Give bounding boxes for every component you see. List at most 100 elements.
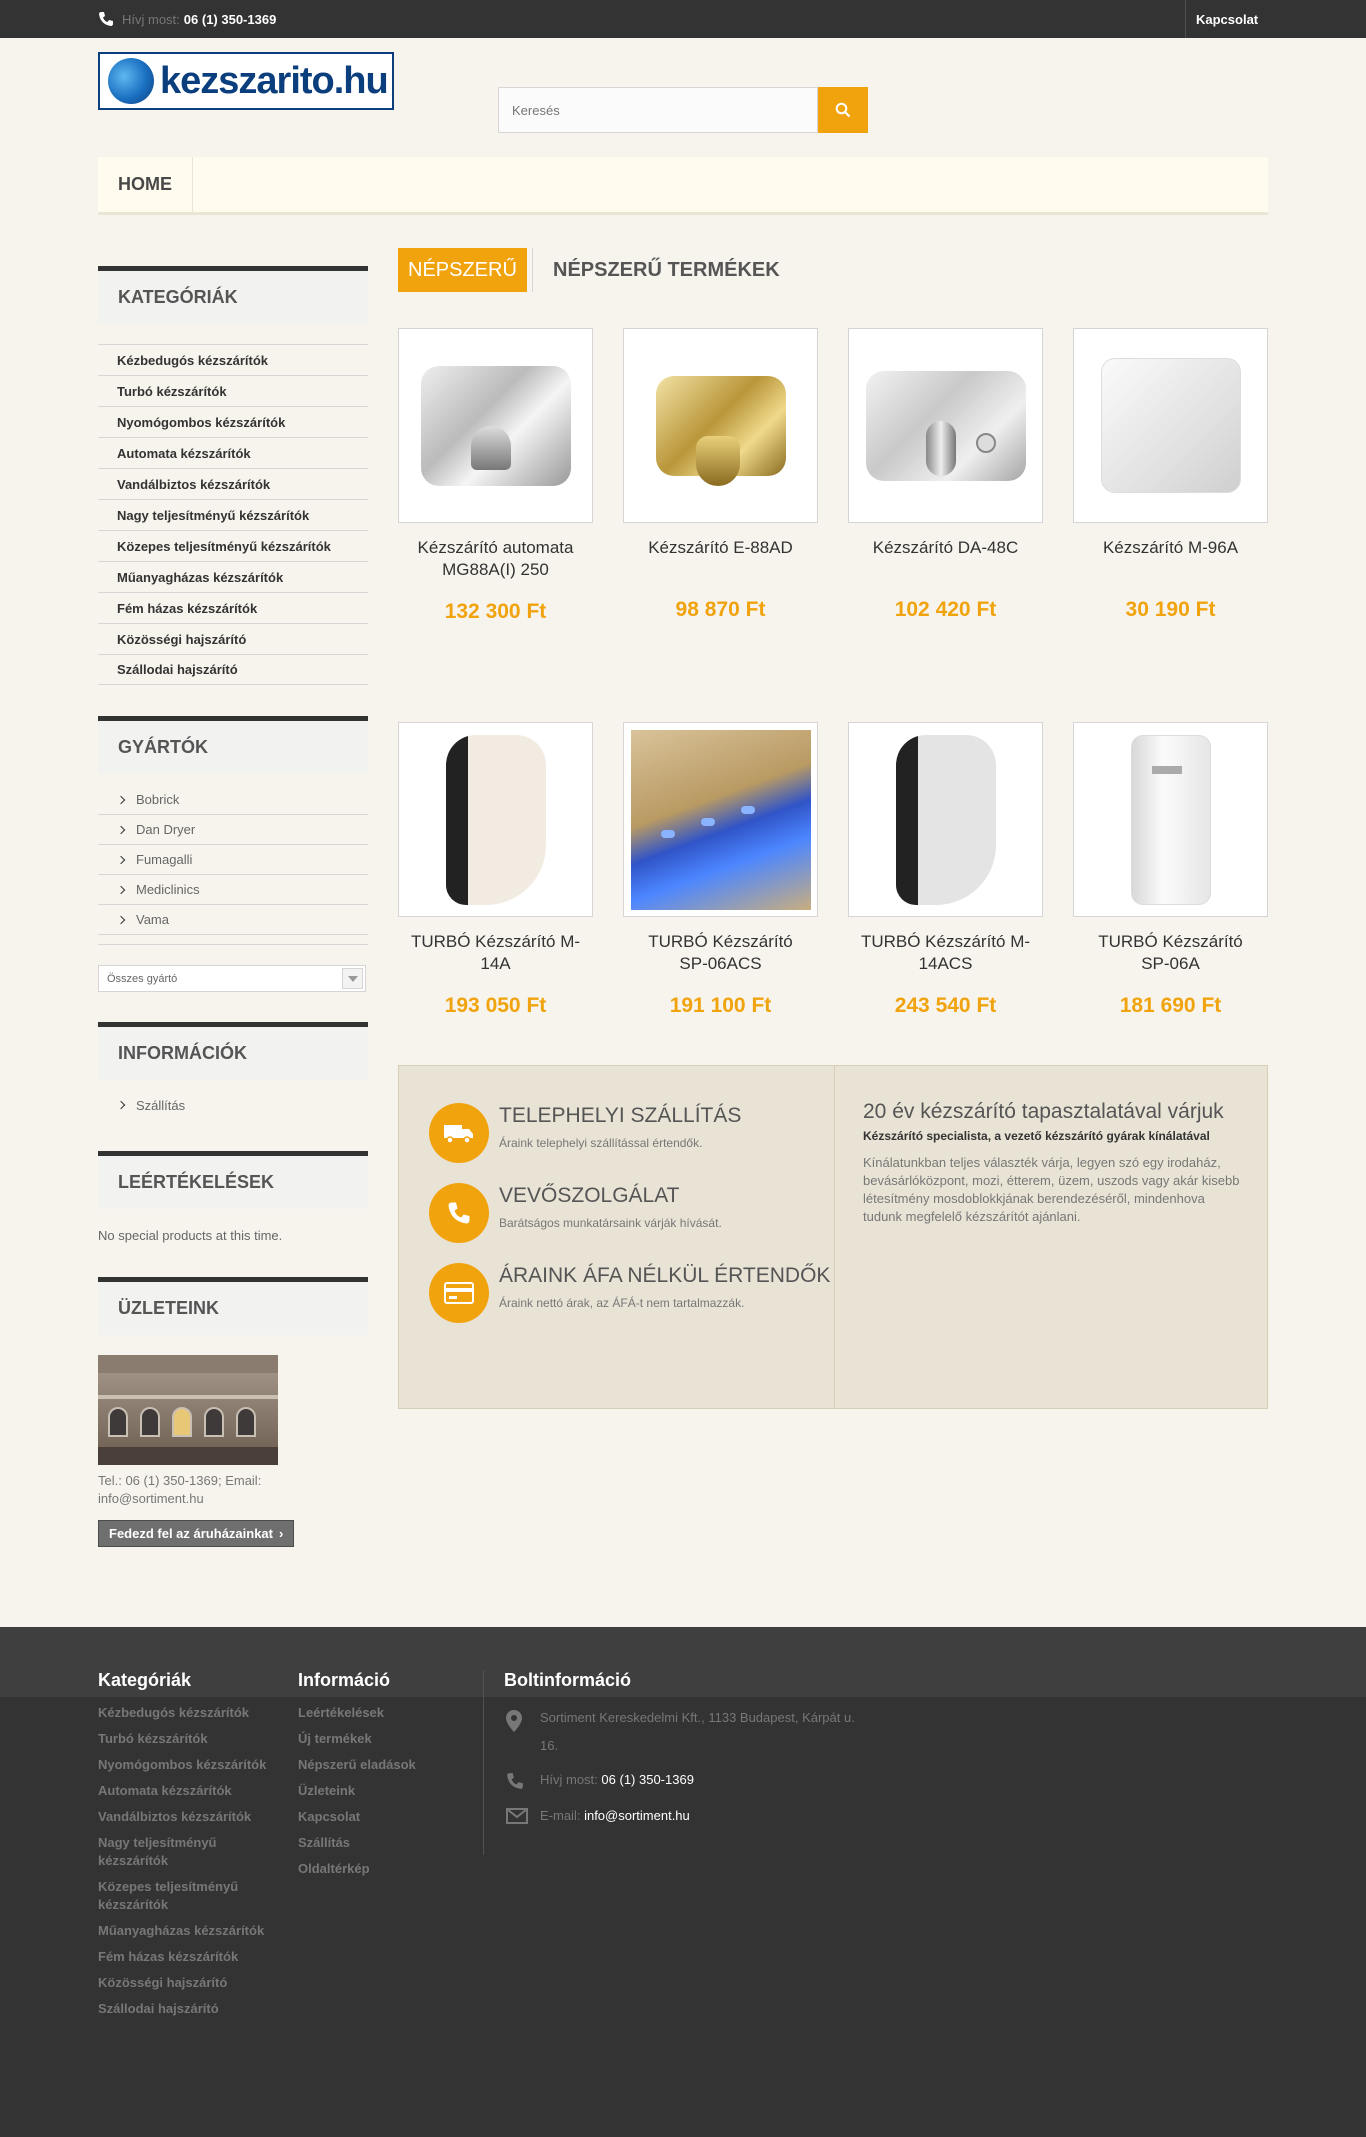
category-item[interactable]: Közepes teljesítményű kézszárítók — [98, 530, 368, 561]
reviews-title: LEÉRTÉKELÉSEK — [98, 1151, 368, 1209]
category-item[interactable]: Nagy teljesítményű kézszárítók — [98, 499, 368, 530]
category-item[interactable]: Kézbedugós kézszárítók — [98, 344, 368, 375]
footer-email-link[interactable]: info@sortiment.hu — [584, 1808, 690, 1823]
store-image[interactable] — [98, 1355, 278, 1465]
search-input[interactable] — [498, 87, 818, 133]
search-icon — [835, 102, 851, 118]
footer-link[interactable]: Leértékelések — [298, 1704, 468, 1722]
categories-title: KATEGÓRIÁK — [98, 266, 368, 324]
category-item[interactable]: Automata kézszárítók — [98, 437, 368, 468]
product-name[interactable]: Kézszárító automata MG88A(I) 250 — [398, 537, 593, 581]
discover-stores-label: Fedezd fel az áruházainkat — [109, 1526, 273, 1541]
menu-home[interactable]: HOME — [98, 157, 193, 212]
product-image[interactable] — [848, 722, 1043, 917]
footer-link[interactable]: Oldaltérkép — [298, 1860, 468, 1878]
footer-link[interactable]: Vandálbiztos kézszárítók — [98, 1808, 288, 1826]
footer-link[interactable]: Szállodai hajszárító — [98, 2000, 288, 2018]
feature-title: VEVŐSZOLGÁLAT — [499, 1184, 680, 1207]
category-item[interactable]: Fém házas kézszárítók — [98, 592, 368, 623]
footer-link[interactable]: Fém házas kézszárítók — [98, 1948, 288, 1966]
product-card[interactable]: TURBÓ Kézszárító SP-06ACS 191 100 Ft — [623, 722, 818, 1017]
discover-stores-button[interactable]: Fedezd fel az áruházainkat › — [98, 1520, 295, 1547]
footer-link[interactable]: Népszerű eladások — [298, 1756, 468, 1774]
footer-phone-label: Hívj most: — [540, 1772, 598, 1787]
product-name[interactable]: TURBÓ Kézszárító SP-06A — [1073, 931, 1268, 975]
product-name[interactable]: TURBÓ Kézszárító SP-06ACS — [623, 931, 818, 975]
category-item[interactable]: Szállodai hajszárító — [98, 654, 368, 685]
category-item[interactable]: Közösségi hajszárító — [98, 623, 368, 654]
product-card[interactable]: Kézszárító DA-48C 102 420 Ft — [848, 328, 1043, 621]
manufacturer-label: Bobrick — [136, 792, 180, 807]
manufacturer-select[interactable]: Összes gyártó — [98, 965, 366, 992]
manufacturer-item[interactable]: Dan Dryer — [98, 815, 368, 845]
product-name[interactable]: Kézszárító E-88AD — [623, 537, 818, 559]
product-image[interactable] — [848, 328, 1043, 523]
product-card[interactable]: Kézszárító M-96A 30 190 Ft — [1073, 328, 1268, 621]
info-link-shipping[interactable]: Szállítás — [116, 1093, 185, 1117]
feature-vat: ÁRAINK ÁFA NÉLKÜL ÉRTENDŐK Áraink nettó … — [429, 1263, 830, 1323]
category-list: Kézbedugós kézszárítók Turbó kézszárítók… — [98, 344, 368, 685]
footer-link[interactable]: Automata kézszárítók — [98, 1782, 288, 1800]
footer-link[interactable]: Közösségi hajszárító — [98, 1974, 288, 1992]
product-name[interactable]: Kézszárító M-96A — [1073, 537, 1268, 559]
footer-link[interactable]: Új termékek — [298, 1730, 468, 1748]
search-button[interactable] — [818, 87, 868, 133]
footer-link[interactable]: Nagy teljesítményű kézszárítók — [98, 1834, 288, 1870]
product-image[interactable] — [623, 722, 818, 917]
product-name[interactable]: Kézszárító DA-48C — [848, 537, 1043, 559]
phone-icon — [507, 1773, 523, 1789]
footer-link[interactable]: Szállítás — [298, 1834, 468, 1852]
manufacturer-label: Dan Dryer — [136, 822, 196, 837]
product-image[interactable] — [398, 328, 593, 523]
manufacturer-item[interactable]: Mediclinics — [98, 875, 368, 905]
contact-link[interactable]: Kapcsolat — [1185, 0, 1268, 38]
product-image[interactable] — [398, 722, 593, 917]
product-card[interactable]: TURBÓ Kézszárító SP-06A 181 690 Ft — [1073, 722, 1268, 1017]
info-panel: TELEPHELYI SZÁLLÍTÁS Áraink telephelyi s… — [398, 1065, 1268, 1409]
product-card[interactable]: TURBÓ Kézszárító M-14A 193 050 Ft — [398, 722, 593, 1017]
product-image[interactable] — [1073, 722, 1268, 917]
footer-phone-number[interactable]: 06 (1) 350-1369 — [601, 1772, 694, 1787]
topbar-phone-number: 06 (1) 350-1369 — [183, 11, 277, 27]
product-name[interactable]: TURBÓ Kézszárító M-14A — [398, 931, 593, 975]
footer-link[interactable]: Nyomógombos kézszárítók — [98, 1756, 288, 1774]
truck-icon — [429, 1103, 489, 1163]
manufacturer-item[interactable]: Vama — [98, 905, 368, 935]
product-card[interactable]: TURBÓ Kézszárító M-14ACS 243 540 Ft — [848, 722, 1043, 1017]
chevron-right-icon — [116, 855, 126, 864]
tab-popular[interactable]: NÉPSZERŰ — [398, 248, 527, 292]
category-item[interactable]: Vandálbiztos kézszárítók — [98, 468, 368, 499]
product-card[interactable]: Kézszárító automata MG88A(I) 250 132 300… — [398, 328, 593, 623]
manufacturer-item[interactable]: Bobrick — [98, 785, 368, 815]
manufacturer-label: Vama — [136, 912, 169, 927]
footer-link[interactable]: Kézbedugós kézszárítók — [98, 1704, 288, 1722]
category-item[interactable]: Műanyagházas kézszárítók — [98, 561, 368, 592]
footer-link[interactable]: Közepes teljesítményű kézszárítók — [98, 1878, 288, 1914]
about-heading: 20 év kézszárító tapasztalatával várjuk — [863, 1100, 1224, 1123]
footer-link[interactable]: Turbó kézszárítók — [98, 1730, 288, 1748]
manufacturer-label: Mediclinics — [136, 882, 200, 897]
product-image[interactable] — [623, 328, 818, 523]
category-item[interactable]: Turbó kézszárítók — [98, 375, 368, 406]
topbar-phone: Hívj most: 06 (1) 350-1369 — [98, 0, 276, 38]
footer-categories: Kategóriák Kézbedugós kézszárítók Turbó … — [98, 1670, 288, 2018]
site-logo[interactable]: kezszarito.hu — [98, 52, 394, 110]
product-name[interactable]: TURBÓ Kézszárító M-14ACS — [848, 931, 1043, 975]
product-image[interactable] — [1073, 328, 1268, 523]
footer-link[interactable]: Műanyagházas kézszárítók — [98, 1922, 288, 1940]
about-block: 20 év kézszárító tapasztalatával várjuk … — [863, 1099, 1243, 1226]
chevron-right-icon: › — [279, 1526, 284, 1541]
feature-text: Áraink telephelyi szállítással értendők. — [499, 1136, 703, 1150]
chevron-right-icon — [116, 885, 126, 894]
about-text: Kínálatunkban teljes választék várja, le… — [863, 1155, 1240, 1224]
manufacturer-item[interactable]: Fumagalli — [98, 845, 368, 875]
feature-shipping: TELEPHELYI SZÁLLÍTÁS Áraink telephelyi s… — [429, 1103, 829, 1163]
tab-popular-products[interactable]: NÉPSZERŰ TERMÉKEK — [532, 248, 780, 292]
footer-link[interactable]: Kapcsolat — [298, 1808, 468, 1826]
topbar-phone-label: Hívj most: — [122, 11, 180, 27]
footer-link[interactable]: Üzleteink — [298, 1782, 468, 1800]
manufacturers-title: GYÁRTÓK — [98, 716, 368, 774]
product-card[interactable]: Kézszárító E-88AD 98 870 Ft — [623, 328, 818, 621]
chevron-right-icon — [116, 915, 126, 924]
category-item[interactable]: Nyomógombos kézszárítók — [98, 406, 368, 437]
